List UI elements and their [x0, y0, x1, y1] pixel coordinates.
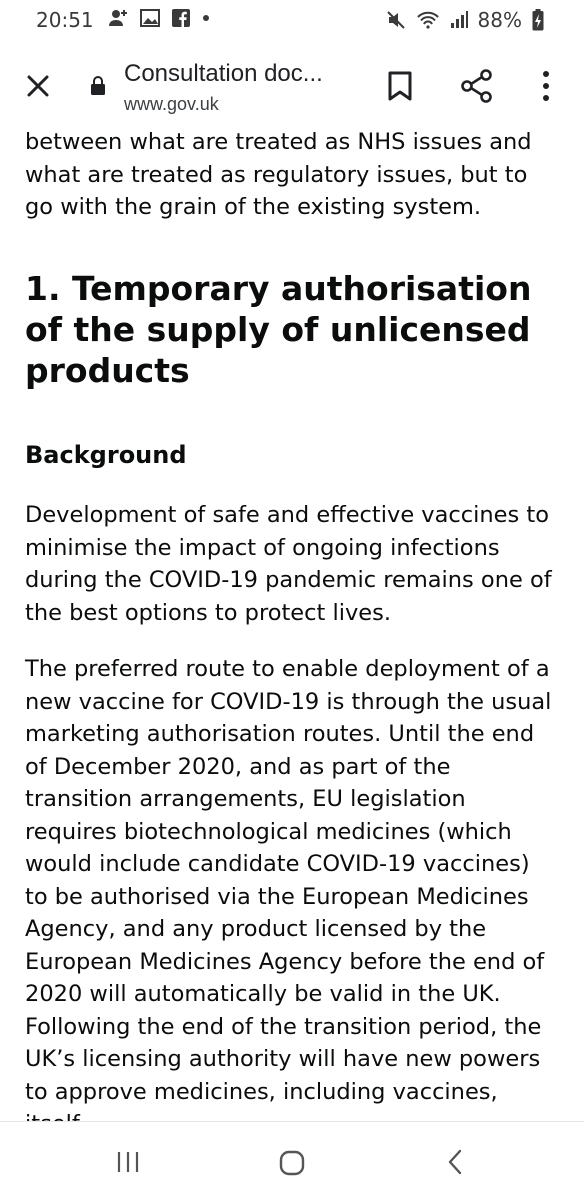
back-icon — [448, 1149, 462, 1175]
paragraph: Development of safe and effective vaccin… — [25, 502, 552, 626]
article-content: between what are treated as NHS issues a… — [25, 126, 559, 1137]
share-icon — [461, 69, 492, 103]
battery-charging-icon — [532, 9, 544, 31]
share-button[interactable] — [460, 68, 494, 108]
system-nav-bar — [0, 1121, 584, 1201]
lead-text: between what are treated as NHS issues a… — [25, 129, 532, 220]
lock-icon — [90, 76, 106, 100]
home-icon — [279, 1150, 305, 1176]
more-vert-icon — [543, 71, 549, 101]
section-heading: 1. Temporary authorisation of the supply… — [25, 269, 532, 390]
paragraph: The preferred route to enable deployment… — [25, 656, 552, 1137]
signal-icon — [450, 11, 468, 29]
status-bar: 20:51 88% — [0, 0, 584, 42]
mute-icon — [386, 10, 406, 30]
image-icon — [140, 9, 160, 27]
browser-toolbar: Consultation doc... www.gov.uk — [0, 42, 584, 130]
bookmark-icon — [388, 71, 412, 101]
page-title[interactable]: Consultation doc... — [124, 60, 323, 88]
battery-percent: 88% — [477, 8, 522, 32]
person-add-icon — [108, 8, 128, 28]
notification-icons — [108, 8, 210, 28]
system-icons: 88% — [386, 8, 544, 32]
bookmark-button[interactable] — [386, 70, 414, 106]
wifi-icon — [416, 10, 440, 30]
page-url[interactable]: www.gov.uk — [124, 94, 219, 115]
more-options-button[interactable] — [536, 68, 556, 108]
facebook-icon — [172, 9, 190, 27]
recents-icon — [117, 1152, 139, 1172]
back-button[interactable] — [446, 1149, 464, 1179]
home-button[interactable] — [279, 1150, 305, 1180]
recents-button[interactable] — [116, 1150, 140, 1178]
status-time: 20:51 — [36, 8, 94, 32]
close-button[interactable] — [20, 68, 56, 104]
dot-icon — [202, 14, 210, 22]
sub-heading: Background — [25, 441, 187, 469]
close-icon — [27, 75, 49, 97]
